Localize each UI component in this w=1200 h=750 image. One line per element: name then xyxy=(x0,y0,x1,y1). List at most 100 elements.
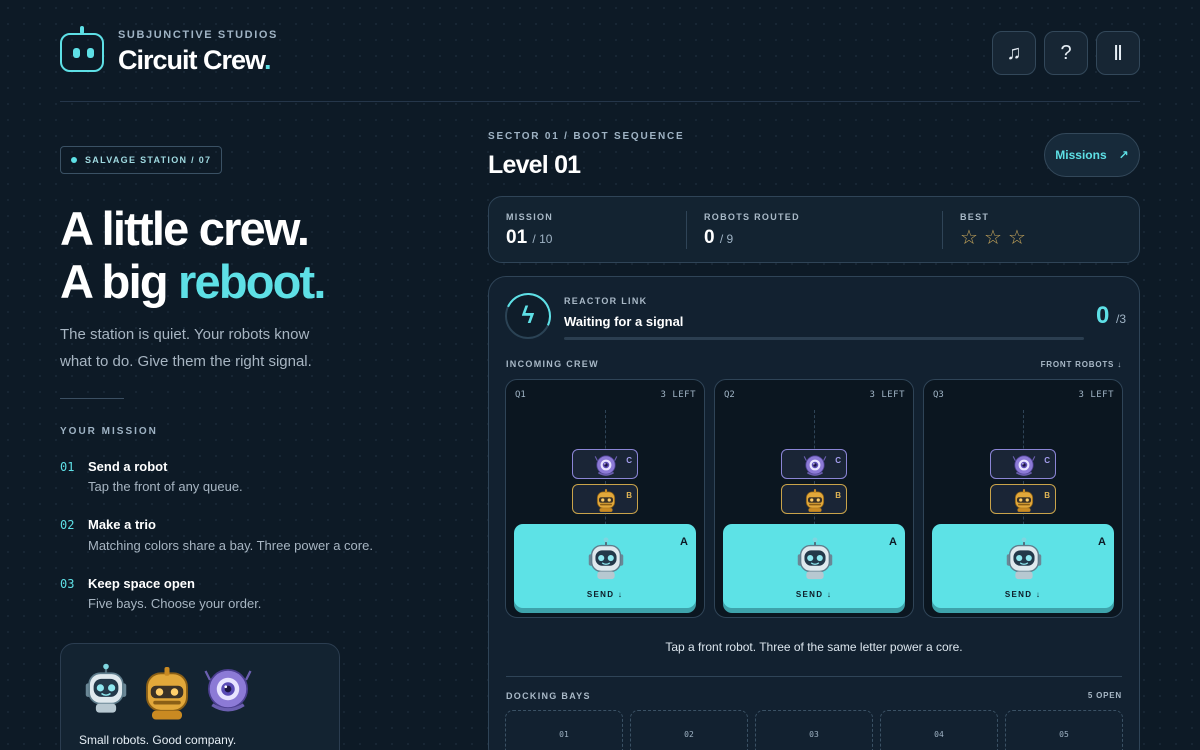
docking-bay[interactable]: 05 xyxy=(1005,710,1123,750)
star-icon: ☆ xyxy=(1008,227,1026,249)
queued-robot-c: C xyxy=(781,449,847,479)
robot-b-icon xyxy=(137,662,197,722)
bay-id: 05 xyxy=(1059,730,1069,739)
front-robots-label: FRONT ROBOTS ↓ xyxy=(1040,360,1122,369)
sector-label: SECTOR 01 / BOOT SEQUENCE xyxy=(488,131,685,142)
queue-remaining: 3 LEFT xyxy=(1078,390,1114,400)
robot-c-icon xyxy=(201,662,255,716)
app-title: Circuit Crew. xyxy=(118,45,271,75)
docking-bay[interactable]: 01 xyxy=(505,710,623,750)
queue-id: Q1 xyxy=(515,390,526,400)
panel-divider xyxy=(506,676,1122,677)
queue-id: Q3 xyxy=(933,390,944,400)
hero-line-1: A little crew. xyxy=(60,202,310,255)
robot-letter: A xyxy=(1098,536,1106,548)
front-robot-send-button[interactable]: A SEND ↓ xyxy=(932,524,1114,608)
mission-heading: YOUR MISSION xyxy=(60,426,158,437)
step-description: Matching colors share a bay. Three power… xyxy=(88,538,373,553)
send-label: SEND ↓ xyxy=(1004,590,1042,599)
queued-robot-b: B xyxy=(990,484,1056,514)
step-description: Tap the front of any queue. xyxy=(88,479,243,494)
robot-letter: B xyxy=(1044,491,1050,500)
robot-a-icon xyxy=(792,536,838,582)
step-number: 02 xyxy=(60,518,75,532)
queue-2: Q2 3 LEFT C B A SEND ↓ xyxy=(714,379,914,618)
send-label: SEND ↓ xyxy=(795,590,833,599)
step-title: Keep space open xyxy=(88,576,195,591)
robot-letter: B xyxy=(835,491,841,500)
mission-stat-label: MISSION xyxy=(506,212,554,222)
missions-button[interactable]: Missions ↗ xyxy=(1044,133,1140,177)
queue-1: Q1 3 LEFT C B A SEND ↓ xyxy=(505,379,705,618)
queue-remaining: 3 LEFT xyxy=(660,390,696,400)
robot-b-icon xyxy=(1011,487,1037,513)
robot-letter: C xyxy=(626,456,632,465)
robot-c-icon xyxy=(593,452,619,478)
stat-divider xyxy=(686,211,687,249)
step-number: 01 xyxy=(60,460,75,474)
robot-letter: A xyxy=(889,536,897,548)
queue-id: Q2 xyxy=(724,390,735,400)
routed-stat-value: 0 / 9 xyxy=(704,227,734,248)
step-title: Make a trio xyxy=(88,517,156,532)
status-dot-icon xyxy=(71,157,77,163)
robot-letter: C xyxy=(835,456,841,465)
robot-c-icon xyxy=(802,452,828,478)
step-number: 03 xyxy=(60,577,75,591)
logo-robot-icon xyxy=(60,26,104,72)
incoming-crew-label: INCOMING CREW xyxy=(506,359,599,369)
studio-name: SUBJUNCTIVE STUDIOS xyxy=(118,29,278,41)
help-icon: ? xyxy=(1060,41,1072,64)
stat-divider xyxy=(942,211,943,249)
step-title: Send a robot xyxy=(88,459,168,474)
missions-button-label: Missions xyxy=(1055,148,1107,162)
robot-b-icon xyxy=(593,487,619,513)
routed-stat-label: ROBOTS ROUTED xyxy=(704,212,800,222)
reactor-count: 0 /3 xyxy=(1096,302,1127,329)
reactor-label: REACTOR LINK xyxy=(564,296,648,306)
step-description: Five bays. Choose your order. xyxy=(88,596,262,611)
station-badge: SALVAGE STATION / 07 xyxy=(60,146,223,174)
reactor-progress-bar xyxy=(564,337,1084,340)
robot-letter: C xyxy=(1044,456,1050,465)
docking-bay[interactable]: 03 xyxy=(755,710,873,750)
front-robot-send-button[interactable]: A SEND ↓ xyxy=(514,524,696,608)
star-icon: ☆ xyxy=(984,227,1002,249)
robot-letter: B xyxy=(626,491,632,500)
robot-b-icon xyxy=(802,487,828,513)
send-label: SEND ↓ xyxy=(586,590,624,599)
queued-robot-b: B xyxy=(572,484,638,514)
stats-bar: MISSION 01 / 10 ROBOTS ROUTED 0 / 9 BEST… xyxy=(488,196,1140,263)
station-badge-label: SALVAGE STATION / 07 xyxy=(85,155,212,165)
bay-id: 03 xyxy=(809,730,819,739)
queued-robot-c: C xyxy=(990,449,1056,479)
external-arrow-icon: ↗ xyxy=(1118,148,1129,162)
queue-3: Q3 3 LEFT C B A SEND ↓ xyxy=(923,379,1123,618)
robot-a-icon xyxy=(1001,536,1047,582)
bay-id: 01 xyxy=(559,730,569,739)
queue-remaining: 3 LEFT xyxy=(869,390,905,400)
open-bays-count: 5 OPEN xyxy=(1087,691,1122,700)
front-robot-send-button[interactable]: A SEND ↓ xyxy=(723,524,905,608)
bay-id: 02 xyxy=(684,730,694,739)
hero-description: The station is quiet. Your robots know w… xyxy=(60,326,312,370)
bay-id: 04 xyxy=(934,730,944,739)
pause-button[interactable]: Ⅱ xyxy=(1096,31,1140,75)
best-stat-label: BEST xyxy=(960,212,990,222)
hero-accent: reboot. xyxy=(178,255,326,308)
star-icon: ☆ xyxy=(960,227,978,249)
help-button[interactable]: ? xyxy=(1044,31,1088,75)
music-button[interactable]: ♫ xyxy=(992,31,1036,75)
divider xyxy=(60,398,124,399)
docking-bays-label: DOCKING BAYS xyxy=(506,691,591,701)
reactor-status: Waiting for a signal xyxy=(564,314,684,329)
queued-robot-b: B xyxy=(781,484,847,514)
docking-bay[interactable]: 04 xyxy=(880,710,998,750)
header-divider xyxy=(60,101,1140,102)
music-icon: ♫ xyxy=(1006,41,1022,64)
docking-bay[interactable]: 02 xyxy=(630,710,748,750)
robot-a-icon xyxy=(583,536,629,582)
robot-c-icon xyxy=(1011,452,1037,478)
level-title: Level 01 xyxy=(488,151,581,179)
robot-letter: A xyxy=(680,536,688,548)
